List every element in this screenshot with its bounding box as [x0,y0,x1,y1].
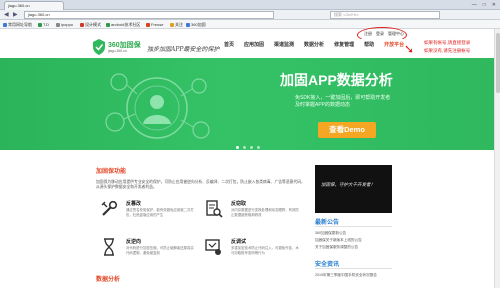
nav-item-help[interactable]: 帮助 [364,41,374,48]
minimize-button[interactable]: — [472,1,477,9]
annotation-arrow-icon: ➘ [404,42,415,56]
hourglass-icon [104,238,114,256]
bookmark-item[interactable]: android技术社区 [106,20,140,29]
carousel-dots [236,146,260,149]
feature-name: 反逆向 [126,239,142,245]
features-intro: 加固保为移动应用提供专业安全的保护，可防止应用被逆向分析、反编译、二次打包，防止… [96,180,305,189]
maximize-button[interactable]: □ [483,1,486,9]
browser-window: jiagu.360.cn — □ ✕ ◀ ▶ jiagu.360.cn 搜索 <… [0,0,500,288]
banner-subtitle: 免SDK接入，一键加固后，即可帮助开发者 及时掌握APP的数据动态 [295,95,391,108]
logo-domain: jiagu.360.cn [108,49,127,53]
site-topline: 注册 登录 管理中心 [0,29,500,39]
bookmark-item[interactable]: 常用网址导航 [3,20,32,29]
main-content: 加固保功能 加固保为移动应用提供专业安全的保护，可防止应用被逆向分析、反编译、二… [0,150,500,288]
carousel-dot[interactable] [236,146,239,149]
close-window-button[interactable]: ✕ [492,1,496,9]
debug-icon [205,239,221,255]
feature-desc: 对代码进行加密压缩，可防止破解者还原真实代码逻辑，避免被复制 [126,246,194,255]
security-item[interactable]: 2015年第三季度中国手机安全状况报告 [315,273,377,278]
notice-heading: 最新公告 [315,220,340,226]
carousel-dot[interactable] [243,146,246,149]
feature-desc: 多重加密技术防止代码注入，可避免外挂、木马窃取账号密码等行为 [231,246,299,255]
feature-anti-tamper: 反篡改 通过签名校验保护，能有效避免应用被二次打包，杜绝盗版应用的产生 [100,200,195,230]
nav-item-channel[interactable]: 渠道监测 [274,41,294,48]
features-heading: 加固保功能 [96,169,127,175]
bookmark-item[interactable]: ipoppu [56,20,73,29]
bookmark-item[interactable]: 设计模式 [80,20,101,29]
view-demo-button[interactable]: 查看Demo [318,122,376,138]
url-field[interactable]: jiagu.360.cn [24,11,274,19]
analytics-heading: 数据分析 [96,277,121,283]
feature-anti-reverse: 反逆向 对代码进行加密压缩，可防止破解者还原真实代码逻辑，避免被复制 [100,238,195,268]
window-controls: — □ ✕ [472,1,496,9]
feature-name: 反调试 [231,239,247,245]
banner-title: 加固APP数据分析 [280,72,393,88]
feature-name: 反窃取 [231,201,247,207]
bookmark-item[interactable]: Freuse [146,20,163,29]
annotation-text: 如果有帐号,请直接登录 如果没有,请先注册帐号 [424,40,471,53]
shield-logo-icon[interactable] [92,39,106,55]
nav-item-home[interactable]: 首页 [224,41,234,48]
bookmark-item[interactable]: T.D [38,20,49,29]
promo-video[interactable]: 加固保，守护大千开发者！ [315,165,392,213]
forward-icon[interactable]: ▶ [13,11,18,19]
page-scrollbar[interactable] [494,29,500,288]
site-slogan: 独步加固APP最安全的保护 [147,46,220,53]
browser-search-field[interactable]: 搜索 <Ctrl+K> [330,11,440,19]
bookmark-item[interactable]: 关注 [170,20,183,29]
video-caption: 加固保，守护大千开发者！ [321,183,375,188]
carousel-dot[interactable] [257,146,260,149]
divider [315,226,392,227]
feature-desc: 通过签名校验保护，能有效避免应用被二次打包，杜绝盗版应用的产生 [126,208,194,217]
main-nav: 首页 应用加固 渠道监测 数据分析 修复管理 帮助 开放平台 [224,41,414,48]
carousel-dot[interactable] [250,146,253,149]
nav-item-open-platform[interactable]: 开放平台 [384,41,404,48]
side-panel: 加固保，守护大千开发者！ 最新公告 360加固保更新公告 加固保关于新版本上线的… [315,165,392,285]
back-icon[interactable]: ◀ [4,11,9,19]
address-bar-row: ◀ ▶ jiagu.360.cn 搜索 <Ctrl+K> [0,10,500,20]
wrench-icon [101,200,118,216]
bookmark-item[interactable]: 360加固 [186,20,206,29]
security-heading: 安全资讯 [315,262,340,268]
browser-tab[interactable]: jiagu.360.cn [4,1,64,10]
feature-desc: 对内存数据进行变换处理和动态跟踪，有效防止数据被获取和修改 [231,208,299,217]
notice-item[interactable]: 360加固保更新公告 [315,231,346,236]
hero-banner: 加固APP数据分析 免SDK接入，一键加固后，即可帮助开发者 及时掌握APP的数… [0,58,500,150]
notice-item[interactable]: 加固保关于新版本上线的公告 [315,238,362,243]
document-search-icon [206,200,223,218]
nav-item-repair[interactable]: 修复管理 [334,41,354,48]
scrollbar-thumb[interactable] [496,33,500,93]
feature-anti-debug: 反调试 多重加密技术防止代码注入，可避免外挂、木马窃取账号密码等行为 [205,238,300,268]
tab-bar: jiagu.360.cn — □ ✕ [0,0,500,10]
feature-name: 反篡改 [126,201,142,207]
nav-item-reinforce[interactable]: 应用加固 [244,41,264,48]
nav-item-analytics[interactable]: 数据分析 [304,41,324,48]
divider [315,268,392,269]
feature-anti-theft: 反窃取 对内存数据进行变换处理和动态跟踪，有效防止数据被获取和修改 [205,200,300,230]
analytics-illustration-icon [105,73,210,139]
bookmarks-bar: 常用网址导航 T.D ipoppu 设计模式 android技术社区 Freus… [0,20,500,29]
notice-item[interactable]: 关于加固保服务调整的公告 [315,245,358,250]
